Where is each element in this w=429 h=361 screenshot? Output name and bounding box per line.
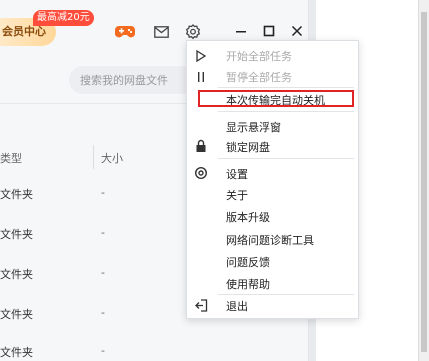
table-row-size: - (101, 266, 105, 279)
table-row-type: 文件夹 (0, 346, 33, 359)
menu-item-feedback[interactable]: 问题反馈 (226, 254, 270, 270)
table-row-size: - (101, 226, 105, 239)
minimize-button[interactable] (232, 22, 250, 40)
table-row-type: 文件夹 (0, 228, 33, 241)
gear-icon[interactable] (183, 22, 203, 42)
search-placeholder: 搜索我的网盘文件 (80, 74, 168, 87)
menu-separator (218, 158, 354, 159)
lock-icon (193, 138, 209, 154)
table-row-size: - (101, 306, 105, 319)
promo-tag: 最高减20元 (33, 10, 94, 26)
table-row-size: - (101, 186, 105, 199)
menu-item-about[interactable]: 关于 (226, 187, 248, 203)
highlight-annotation (198, 90, 354, 107)
table-row-size: - (101, 344, 105, 357)
column-divider[interactable] (93, 145, 94, 169)
close-button[interactable] (288, 22, 306, 40)
vip-center-label: 会员中心 (2, 25, 46, 38)
menu-separator (218, 294, 354, 295)
menu-item-start-all[interactable]: 开始全部任务 (226, 48, 292, 64)
column-header-size[interactable]: 大小 (101, 150, 123, 166)
table-row-type: 文件夹 (0, 308, 33, 321)
menu-item-help[interactable]: 使用帮助 (226, 276, 270, 292)
exit-icon (193, 297, 209, 313)
menu-item-floating-window[interactable]: 显示悬浮窗 (226, 119, 281, 135)
menu-separator (218, 87, 354, 88)
column-header-type[interactable]: 类型 (0, 150, 22, 166)
gamepad-icon[interactable] (115, 22, 135, 42)
settings-circle-icon (193, 165, 209, 181)
table-row-type: 文件夹 (0, 268, 33, 281)
play-icon (193, 48, 209, 64)
menu-item-network-diagnosis[interactable]: 网络问题诊断工具 (226, 232, 314, 248)
settings-context-menu: 开始全部任务 暂停全部任务 本次传输完自动关机 显示悬浮窗 锁定网盘 设置 关于… (186, 40, 359, 319)
menu-item-exit[interactable]: 退出 (226, 298, 248, 314)
outer-scrollbar[interactable] (418, 0, 429, 361)
menu-item-upgrade[interactable]: 版本升级 (226, 209, 270, 225)
menu-item-settings[interactable]: 设置 (226, 166, 248, 182)
scrollbar-thumb[interactable] (421, 12, 427, 352)
maximize-button[interactable] (260, 22, 278, 40)
table-row-type: 文件夹 (0, 188, 33, 201)
menu-item-lock-drive[interactable]: 锁定网盘 (226, 139, 270, 155)
menu-item-pause-all[interactable]: 暂停全部任务 (226, 69, 292, 85)
pause-icon (193, 69, 209, 85)
mail-icon[interactable] (151, 22, 171, 42)
menu-separator (218, 111, 354, 112)
